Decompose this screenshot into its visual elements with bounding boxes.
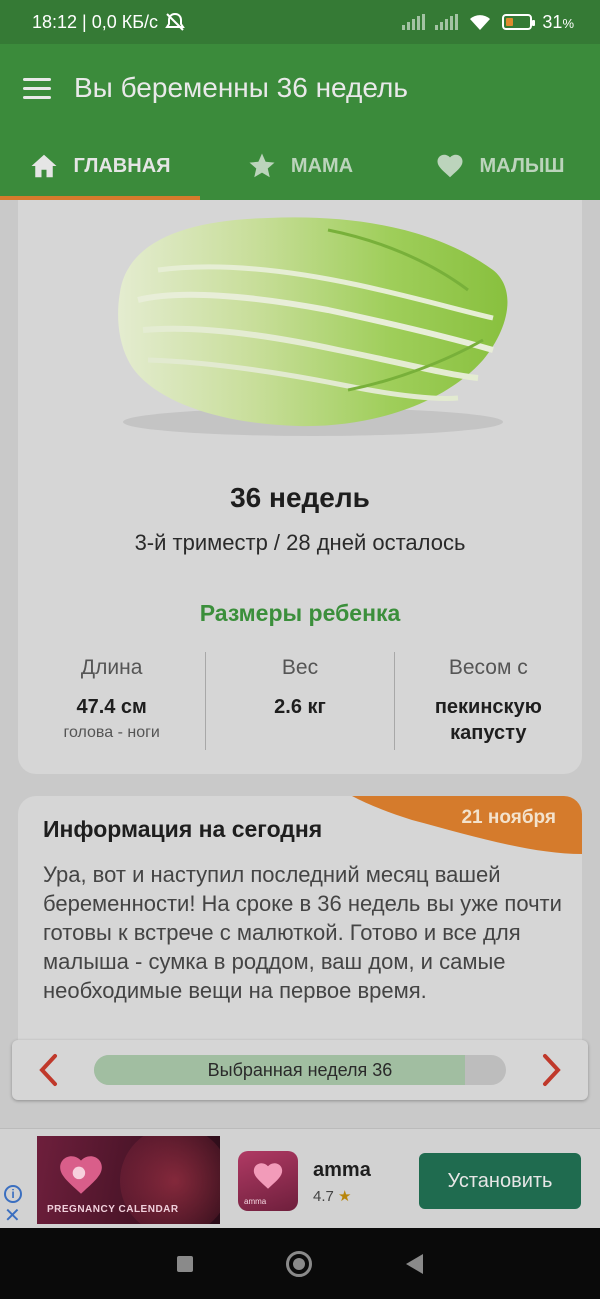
tab-mama[interactable]: МАМА bbox=[200, 132, 400, 200]
stat-value: пекинскую капусту bbox=[434, 696, 542, 744]
chevron-left-icon bbox=[39, 1054, 57, 1086]
stats-row: Длина 47.4 см голова - ноги Вес 2.6 кг В… bbox=[18, 652, 582, 750]
heart-logo-icon bbox=[60, 1156, 102, 1194]
ad-close-icon[interactable]: ✕ bbox=[4, 1206, 21, 1226]
sizes-title: Размеры ребенка bbox=[199, 600, 401, 626]
info-title: Информация на сегодня bbox=[43, 816, 323, 842]
week-selector-label: Выбранная неделя 36 bbox=[207, 1060, 393, 1080]
tab-baby[interactable]: МАЛЫШ bbox=[400, 132, 600, 200]
stat-length: Длина 47.4 см голова - ноги bbox=[18, 652, 205, 750]
ad-image[interactable]: PREGNANCY CALENDAR bbox=[37, 1136, 220, 1224]
star-icon: ★ bbox=[338, 1188, 352, 1205]
tab-label: МАЛЫШ bbox=[479, 154, 565, 177]
ad-info-icon[interactable]: i bbox=[4, 1185, 22, 1203]
info-text: Ура, вот и наступил последний месяц ваше… bbox=[43, 862, 562, 1003]
star-icon bbox=[249, 153, 275, 178]
wifi-icon bbox=[470, 15, 491, 30]
tab-bar: ГЛАВНАЯ МАМА МАЛЫШ bbox=[0, 132, 600, 200]
app-bar: Вы беременны 36 недель bbox=[0, 44, 600, 132]
stat-comparison: Весом с пекинскую капусту bbox=[393, 652, 582, 750]
back-icon[interactable] bbox=[406, 1253, 424, 1274]
status-time: 18:12 | 0,0 КБ/с bbox=[32, 11, 159, 32]
chinese-cabbage-image bbox=[118, 217, 508, 436]
ad-banner-text: PREGNANCY CALENDAR bbox=[47, 1204, 179, 1215]
heart-logo-icon bbox=[253, 1163, 283, 1189]
ad-banner[interactable]: i ✕ PREGNANCY CALENDAR amma amma 4.7 ★ У… bbox=[0, 1128, 600, 1228]
signal-icon-2 bbox=[435, 14, 459, 30]
battery-icon bbox=[502, 14, 536, 30]
week-progress-bar[interactable]: Выбранная неделя 36 bbox=[94, 1055, 506, 1085]
recents-icon[interactable] bbox=[176, 1255, 193, 1272]
app-name: amma bbox=[313, 1159, 371, 1181]
system-nav-bar bbox=[0, 1228, 600, 1299]
app-rating: 4.7 ★ bbox=[313, 1188, 352, 1205]
date-badge: 21 ноября bbox=[461, 807, 556, 828]
stat-label: Длина bbox=[80, 656, 143, 679]
stat-value: 47.4 см bbox=[76, 696, 147, 718]
tab-label: МАМА bbox=[290, 154, 354, 177]
app-icon-text: amma bbox=[244, 1197, 267, 1206]
page-title: Вы беременны 36 недель bbox=[74, 72, 408, 103]
stat-label: Вес bbox=[281, 656, 319, 679]
install-button[interactable]: Установить bbox=[419, 1153, 581, 1209]
info-card: 21 ноября Информация на сегодня Ура, вот… bbox=[18, 796, 582, 1046]
heart-icon bbox=[437, 154, 463, 178]
week-selector: Выбранная неделя 36 bbox=[12, 1040, 588, 1100]
stat-label: Весом с bbox=[448, 656, 528, 679]
stat-sub: голова - ноги bbox=[63, 724, 160, 741]
mute-icon bbox=[165, 12, 185, 31]
stat-value: 2.6 кг bbox=[274, 696, 326, 718]
status-right: 31% bbox=[402, 12, 574, 33]
week-card: 36 недель 3-й триместр / 28 дней осталос… bbox=[18, 200, 582, 774]
battery-level bbox=[506, 18, 514, 26]
stat-weight: Вес 2.6 кг bbox=[205, 652, 393, 750]
home-icon bbox=[31, 154, 57, 178]
week-title: 36 недель bbox=[230, 482, 370, 513]
home-nav-icon[interactable] bbox=[286, 1250, 313, 1277]
battery-percent: 31% bbox=[542, 11, 574, 32]
chevron-right-icon bbox=[543, 1054, 561, 1086]
trimester-text: 3-й триместр / 28 дней осталось bbox=[134, 530, 466, 555]
menu-icon[interactable] bbox=[0, 44, 74, 132]
tab-home[interactable]: ГЛАВНАЯ bbox=[0, 132, 200, 200]
status-bar: 18:12 | 0,0 КБ/с 31% bbox=[0, 0, 600, 44]
tab-label: ГЛАВНАЯ bbox=[73, 154, 171, 177]
signal-icon bbox=[402, 14, 426, 30]
app-icon[interactable]: amma bbox=[238, 1151, 298, 1211]
status-left: 18:12 | 0,0 КБ/с bbox=[32, 12, 186, 33]
previous-week-button[interactable] bbox=[28, 1050, 68, 1090]
next-week-button[interactable] bbox=[532, 1050, 572, 1090]
